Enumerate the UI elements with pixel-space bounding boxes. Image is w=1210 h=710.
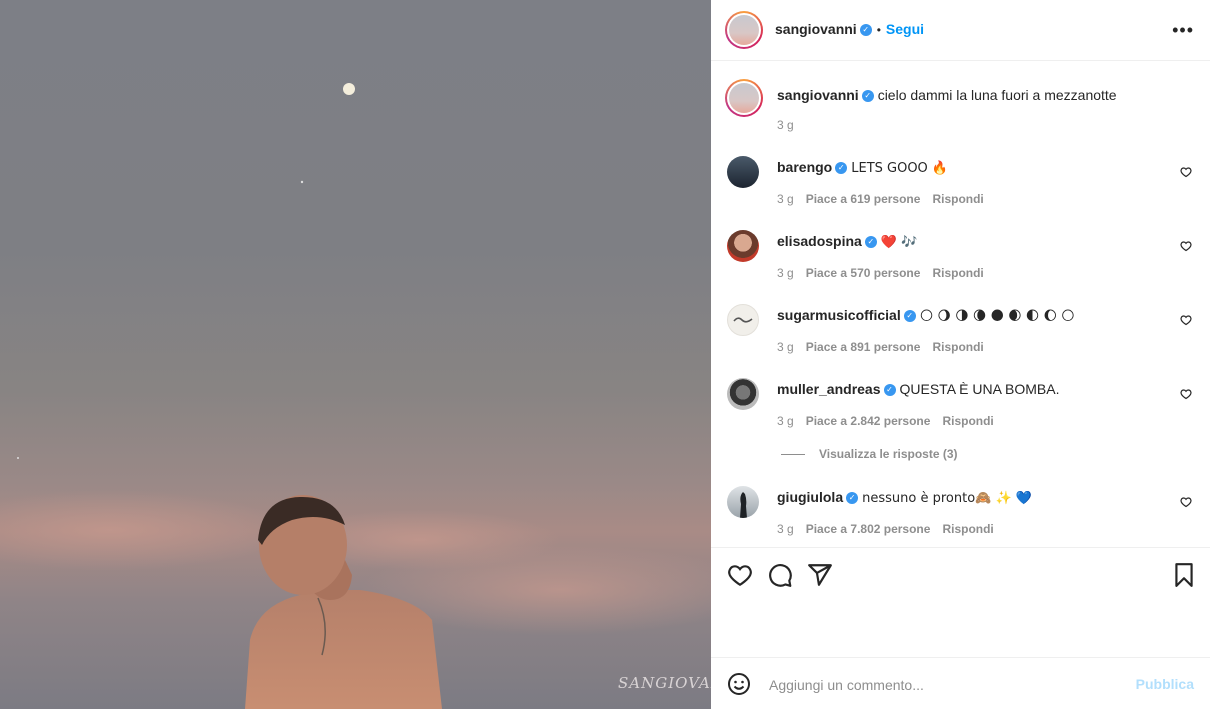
comment-row: giugiulola ✓ nessuno è pronto🙈 ✨ 💙 3 g Piac… xyxy=(727,486,1194,546)
verified-icon: ✓ xyxy=(903,310,916,323)
comment-meta: 3 g Piace a 2.842 persone Rispondi xyxy=(777,414,1006,428)
comment-username[interactable]: muller_andreas xyxy=(777,381,881,397)
caption-text: cielo dammi la luna fuori a mezzanotte xyxy=(877,87,1117,103)
comment-text: QUESTA È UNA BOMBA. xyxy=(899,381,1060,397)
comment-body: giugiulola ✓ nessuno è pronto🙈 ✨ 💙 xyxy=(777,488,1167,508)
like-heart-icon[interactable] xyxy=(1180,388,1192,400)
bookmark-icon[interactable] xyxy=(1171,562,1197,588)
like-heart-icon[interactable] xyxy=(1180,314,1192,326)
post-photo[interactable]: SANGIOVANNI xyxy=(0,0,711,709)
comment-text: nessuno è pronto🙈 ✨ 💙 xyxy=(862,491,1032,506)
author-username[interactable]: sangiovanni xyxy=(775,21,857,37)
verified-icon: ✓ xyxy=(883,384,896,397)
comment-likes[interactable]: Piace a 891 persone xyxy=(806,340,921,354)
post-panel: sangiovanni ✓ • Segui ••• sangiovanni ✓ cielo… xyxy=(711,0,1210,709)
comment-input[interactable] xyxy=(767,672,1131,698)
commenter-avatar[interactable] xyxy=(727,304,759,336)
caption-row: sangiovanni ✓ cielo dammi la luna fuori a … xyxy=(725,79,1194,140)
reply-button[interactable]: Rispondi xyxy=(932,340,983,354)
comment-body: sugarmusicofficial ✓ 🌕 🌖 🌗 🌘 🌑 🌒 🌓 🌔 🌕 xyxy=(777,306,1167,326)
comment-likes[interactable]: Piace a 2.842 persone xyxy=(806,414,931,428)
verified-icon: ✓ xyxy=(846,492,859,505)
comment-row: muller_andreas ✓ QUESTA È UNA BOMBA. 3 g Pi… xyxy=(727,378,1194,438)
author-avatar[interactable] xyxy=(725,11,763,49)
caption-time: 3 g xyxy=(777,118,794,132)
like-heart-icon[interactable] xyxy=(1180,240,1192,252)
comment-username[interactable]: barengo xyxy=(777,159,832,175)
comment-time: 3 g xyxy=(777,414,794,428)
follow-button[interactable]: Segui xyxy=(886,21,924,37)
share-icon[interactable] xyxy=(807,562,833,588)
commenter-avatar[interactable] xyxy=(727,230,759,262)
commenter-avatar[interactable] xyxy=(727,156,759,188)
comments-list[interactable]: sangiovanni ✓ cielo dammi la luna fuori a … xyxy=(711,61,1210,547)
photo-signature: SANGIOVANNI xyxy=(618,674,711,692)
silhouette-icon xyxy=(740,492,747,518)
moon xyxy=(343,83,355,95)
add-comment-bar: Pubblica xyxy=(711,657,1210,710)
post-header: sangiovanni ✓ • Segui ••• xyxy=(711,0,1210,61)
separator-dot: • xyxy=(876,23,881,37)
verified-icon: ✓ xyxy=(861,90,874,103)
comment-body: muller_andreas ✓ QUESTA È UNA BOMBA. xyxy=(777,380,1167,398)
reply-button[interactable]: Rispondi xyxy=(942,522,993,536)
replies-divider xyxy=(781,454,805,456)
comment-meta: 3 g Piace a 570 persone Rispondi xyxy=(777,266,996,280)
comment-row: barengo ✓ LETS GOOO 🔥 3 g Piace a 619 perso… xyxy=(727,156,1194,216)
caption-username[interactable]: sangiovanni xyxy=(777,87,859,103)
heart-icon[interactable] xyxy=(727,562,753,588)
like-heart-icon[interactable] xyxy=(1180,166,1192,178)
comment-likes[interactable]: Piace a 570 persone xyxy=(806,266,921,280)
comment-likes[interactable]: Piace a 7.802 persone xyxy=(806,522,931,536)
view-replies-label[interactable]: Visualizza le risposte (3) xyxy=(819,447,958,461)
comment-text: ❤️ 🎶 xyxy=(880,235,918,250)
verified-icon: ✓ xyxy=(835,162,848,175)
comment-body: barengo ✓ LETS GOOO 🔥 xyxy=(777,158,1167,178)
reply-button[interactable]: Rispondi xyxy=(942,414,993,428)
publish-button[interactable]: Pubblica xyxy=(1136,676,1194,692)
sugar-logo-icon xyxy=(733,317,753,323)
comment-row: elisadospina ✓ ❤️ 🎶 3 g Piace a 570 persone… xyxy=(727,230,1194,290)
comment-username[interactable]: giugiulola xyxy=(777,489,843,505)
comment-text: 🌕 🌖 🌗 🌘 🌑 🌒 🌓 🌔 🌕 xyxy=(919,309,1075,324)
comment-icon[interactable] xyxy=(767,562,793,588)
comment-meta: 3 g Piace a 619 persone Rispondi xyxy=(777,192,996,206)
view-replies-button[interactable]: Visualizza le risposte (3) xyxy=(781,447,958,461)
post-actions xyxy=(711,547,1210,658)
comment-time: 3 g xyxy=(777,522,794,536)
comment-username[interactable]: sugarmusicofficial xyxy=(777,307,901,323)
comment-body: elisadospina ✓ ❤️ 🎶 xyxy=(777,232,1167,252)
comment-time: 3 g xyxy=(777,192,794,206)
like-heart-icon[interactable] xyxy=(1180,496,1192,508)
verified-icon: ✓ xyxy=(859,23,872,36)
more-icon[interactable]: ••• xyxy=(1172,20,1194,41)
comment-username[interactable]: elisadospina xyxy=(777,233,862,249)
comment-text: LETS GOOO 🔥 xyxy=(851,161,949,176)
comment-time: 3 g xyxy=(777,266,794,280)
caption-avatar[interactable] xyxy=(725,79,763,117)
commenter-avatar[interactable] xyxy=(727,378,759,410)
comment-meta: 3 g Piace a 7.802 persone Rispondi xyxy=(777,522,1006,536)
commenter-avatar[interactable] xyxy=(727,486,759,518)
figure-torso xyxy=(245,590,442,709)
photo-scene xyxy=(0,83,711,709)
comment-time: 3 g xyxy=(777,340,794,354)
reply-button[interactable]: Rispondi xyxy=(932,266,983,280)
author-line: sangiovanni ✓ • Segui xyxy=(775,21,924,39)
verified-icon: ✓ xyxy=(864,236,877,249)
comment-likes[interactable]: Piace a 619 persone xyxy=(806,192,921,206)
comment-meta: 3 g Piace a 891 persone Rispondi xyxy=(777,340,996,354)
comment-row: sugarmusicofficial ✓ 🌕 🌖 🌗 🌘 🌑 🌒 🌓 🌔 🌕 3 g… xyxy=(727,304,1194,364)
caption-body: sangiovanni ✓ cielo dammi la luna fuori a … xyxy=(777,86,1167,104)
reply-button[interactable]: Rispondi xyxy=(932,192,983,206)
emoji-icon[interactable] xyxy=(727,672,751,696)
